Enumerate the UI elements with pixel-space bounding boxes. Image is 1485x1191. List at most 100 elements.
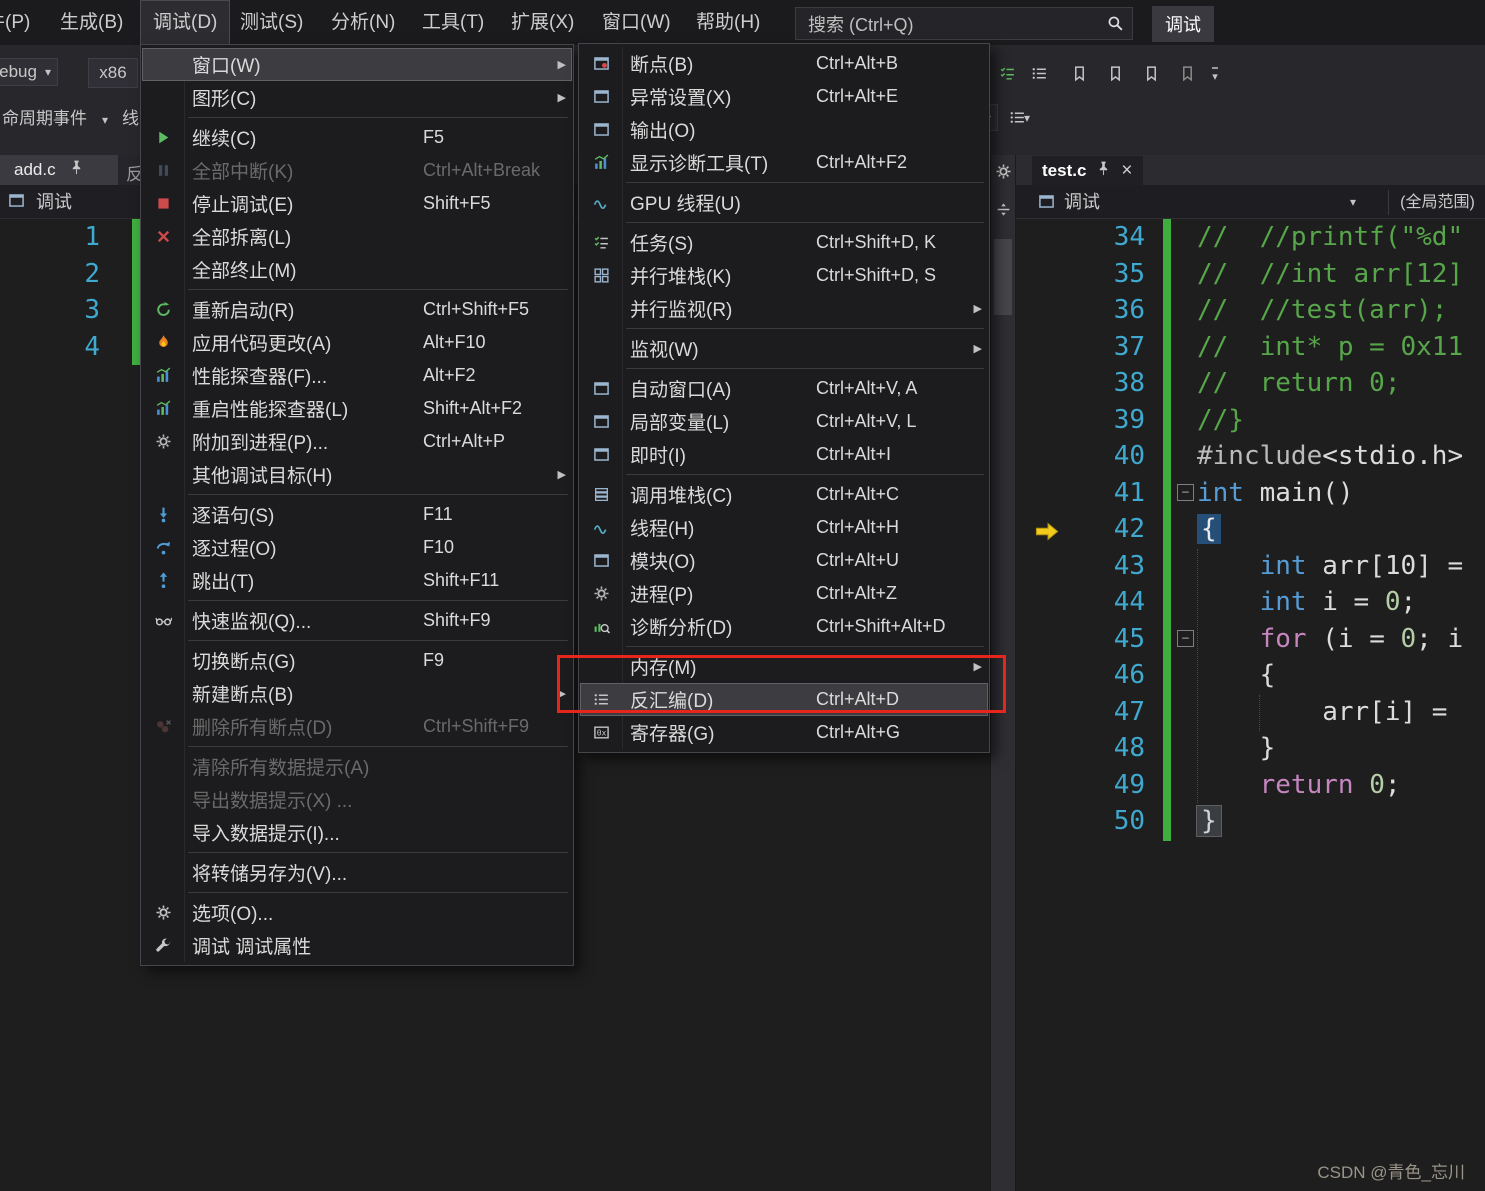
split-editor-icon[interactable]: [991, 201, 1015, 218]
solution-config-dropdown[interactable]: ebug: [0, 58, 58, 86]
menu-item-other-debug-targets[interactable]: 其他调试目标(H)▶: [142, 458, 572, 491]
clear-bookmarks-icon[interactable]: [1172, 58, 1202, 88]
tab-test-c[interactable]: test.c: [1032, 156, 1143, 185]
code-line: 44 int i = 0;: [1016, 584, 1485, 621]
menubar-item-build[interactable]: 生成(B): [60, 0, 123, 45]
menu-item-stop-debugging[interactable]: 停止调试(E)Shift+F5: [142, 187, 572, 220]
menu-item-show-diagnostic-tools[interactable]: 显示诊断工具(T)Ctrl+Alt+F2: [580, 146, 988, 179]
menu-item-immediate[interactable]: 即时(I)Ctrl+Alt+I: [580, 438, 988, 471]
stack-icon: [580, 486, 622, 503]
menu-item-threads[interactable]: 线程(H)Ctrl+Alt+H: [580, 511, 988, 544]
tab-add-c[interactable]: add.c: [0, 155, 118, 185]
menubar-item-test[interactable]: 测试(S): [240, 0, 303, 45]
menu-item-processes[interactable]: 进程(P)Ctrl+Alt+Z: [580, 577, 988, 610]
scope-range-dropdown[interactable]: (全局范围): [1390, 186, 1485, 219]
menu-item-detach-all[interactable]: 全部拆离(L): [142, 220, 572, 253]
menu-item-gpu-threads[interactable]: GPU 线程(U): [580, 186, 988, 219]
pin-icon[interactable]: [68, 159, 85, 181]
menu-item-step-over[interactable]: 逐过程(O)F10: [142, 531, 572, 564]
menu-item-save-dump-as[interactable]: 将转储另存为(V)...: [142, 856, 572, 889]
menu-item-debug-properties[interactable]: 调试 调试属性: [142, 929, 572, 962]
current-statement-arrow-icon[interactable]: [1034, 518, 1060, 548]
list-members-icon[interactable]: [1024, 58, 1054, 88]
menu-item-label: 快速监视(Q)...: [184, 607, 423, 634]
task-list-icon[interactable]: [992, 58, 1022, 88]
menu-item-diagnostic-analysis[interactable]: 诊断分析(D)Ctrl+Shift+Alt+D: [580, 610, 988, 643]
menu-item-autos[interactable]: 自动窗口(A)Ctrl+Alt+V, A: [580, 372, 988, 405]
menubar-item-debug[interactable]: 调试(D): [140, 0, 230, 46]
toggle-bookmark-icon[interactable]: [1064, 58, 1094, 88]
scrollbar-thumb[interactable]: [994, 239, 1012, 315]
menu-item-options[interactable]: 选项(O)...: [142, 896, 572, 929]
menu-item-quick-watch[interactable]: 快速监视(Q)...Shift+F9: [142, 604, 572, 637]
menu-item-exception-settings[interactable]: 异常设置(X)Ctrl+Alt+E: [580, 80, 988, 113]
menu-item-parallel-watch[interactable]: 并行监视(R)▶: [580, 292, 988, 325]
close-icon[interactable]: [1121, 162, 1132, 180]
next-bookmark-icon[interactable]: [1136, 58, 1166, 88]
menu-item-shortcut: Ctrl+Shift+D, S: [816, 265, 966, 286]
menubar-item-window[interactable]: 窗口(W): [602, 0, 671, 45]
menu-separator: [626, 328, 984, 329]
menu-separator: [188, 117, 568, 118]
left-scope-dropdown[interactable]: 调试: [36, 186, 72, 219]
menu-item-apply-code-changes[interactable]: 应用代码更改(A)Alt+F10: [142, 326, 572, 359]
code-text: return 0;: [1197, 767, 1401, 804]
menu-item-break-all[interactable]: 全部中断(K)Ctrl+Alt+Break: [142, 154, 572, 187]
menu-item-parallel-stacks[interactable]: 并行堆栈(K)Ctrl+Shift+D, S: [580, 259, 988, 292]
menu-item-delete-all-breakpoints[interactable]: 删除所有断点(D)Ctrl+Shift+F9: [142, 710, 572, 743]
menu-item-breakpoints[interactable]: 断点(B)Ctrl+Alt+B: [580, 47, 988, 80]
flame-icon: [142, 334, 184, 351]
menu-item-registers[interactable]: 0x寄存器(G)Ctrl+Alt+G: [580, 716, 988, 749]
menu-item-output[interactable]: 输出(O): [580, 113, 988, 146]
menu-item-new-breakpoint[interactable]: 新建断点(B)▶: [142, 677, 572, 710]
pin-icon[interactable]: [1095, 160, 1112, 182]
chart-icon: [142, 367, 184, 384]
window-icon: [8, 192, 25, 214]
menu-item-graphics[interactable]: 图形(C)▶: [142, 81, 572, 114]
menubar-item-tools[interactable]: 工具(T): [422, 0, 484, 45]
search-input[interactable]: 搜索 (Ctrl+Q): [795, 7, 1133, 40]
code-editor[interactable]: 34// //printf("%d"35// //int arr[12]36//…: [1016, 219, 1485, 1191]
menu-item-shortcut: F9: [423, 650, 550, 671]
platform-dropdown[interactable]: x86: [88, 58, 138, 88]
search-icon[interactable]: [1098, 15, 1132, 32]
code-text: for (i = 0; i: [1197, 621, 1463, 658]
editor-settings-gear-icon[interactable]: [991, 163, 1015, 180]
menu-item-performance-profiler[interactable]: 性能探查器(F)...Alt+F2: [142, 359, 572, 392]
menu-item-modules[interactable]: 模块(O)Ctrl+Alt+U: [580, 544, 988, 577]
lifecycle-events-dropdown[interactable]: 命周期事件: [2, 105, 87, 133]
menu-item-toggle-breakpoint[interactable]: 切换断点(G)F9: [142, 644, 572, 677]
menubar-item-file[interactable]: 件(P): [0, 0, 30, 45]
menu-item-windows[interactable]: 窗口(W)▶: [142, 48, 572, 81]
menu-item-export-datatips[interactable]: 导出数据提示(X) ...: [142, 783, 572, 816]
previous-bookmark-icon[interactable]: [1100, 58, 1130, 88]
menu-item-label: 附加到进程(P)...: [184, 428, 423, 455]
code-line: 47 arr[i] =: [1016, 694, 1485, 731]
toolbar-overflow-icon[interactable]: [1200, 60, 1230, 90]
menu-item-attach-to-process[interactable]: 附加到进程(P)...Ctrl+Alt+P: [142, 425, 572, 458]
menu-item-locals[interactable]: 局部变量(L)Ctrl+Alt+V, L: [580, 405, 988, 438]
menu-item-shortcut: Ctrl+Alt+V, A: [816, 378, 966, 399]
chevron-down-icon[interactable]: [1350, 186, 1356, 219]
menu-item-continue[interactable]: 继续(C)F5: [142, 121, 572, 154]
menu-item-step-out[interactable]: 跳出(T)Shift+F11: [142, 564, 572, 597]
project-scope-dropdown[interactable]: 调试: [1064, 186, 1100, 219]
menubar-item-help[interactable]: 帮助(H): [696, 0, 760, 45]
red-highlight-box: [557, 655, 1006, 713]
menu-item-restart[interactable]: 重新启动(R)Ctrl+Shift+F5: [142, 293, 572, 326]
menu-item-watch[interactable]: 监视(W)▶: [580, 332, 988, 365]
threads-button-partial[interactable]: 线: [122, 105, 139, 133]
menu-item-call-stack[interactable]: 调用堆栈(C)Ctrl+Alt+C: [580, 478, 988, 511]
menubar-item-analyze[interactable]: 分析(N): [331, 0, 395, 45]
menu-item-reattach-profiler[interactable]: 重启性能探查器(L)Shift+Alt+F2: [142, 392, 572, 425]
collapse-region-icon[interactable]: [1177, 484, 1194, 501]
chevron-down-icon[interactable]: [1024, 111, 1030, 125]
menu-item-step-into[interactable]: 逐语句(S)F11: [142, 498, 572, 531]
menu-item-clear-all-datatips[interactable]: 清除所有数据提示(A): [142, 750, 572, 783]
menubar-item-extensions[interactable]: 扩展(X): [511, 0, 574, 45]
menu-item-terminate-all[interactable]: 全部终止(M): [142, 253, 572, 286]
code-text: //}: [1197, 402, 1244, 439]
collapse-region-icon[interactable]: [1177, 630, 1194, 647]
menu-item-tasks[interactable]: 任务(S)Ctrl+Shift+D, K: [580, 226, 988, 259]
menu-item-import-datatips[interactable]: 导入数据提示(I)...: [142, 816, 572, 849]
